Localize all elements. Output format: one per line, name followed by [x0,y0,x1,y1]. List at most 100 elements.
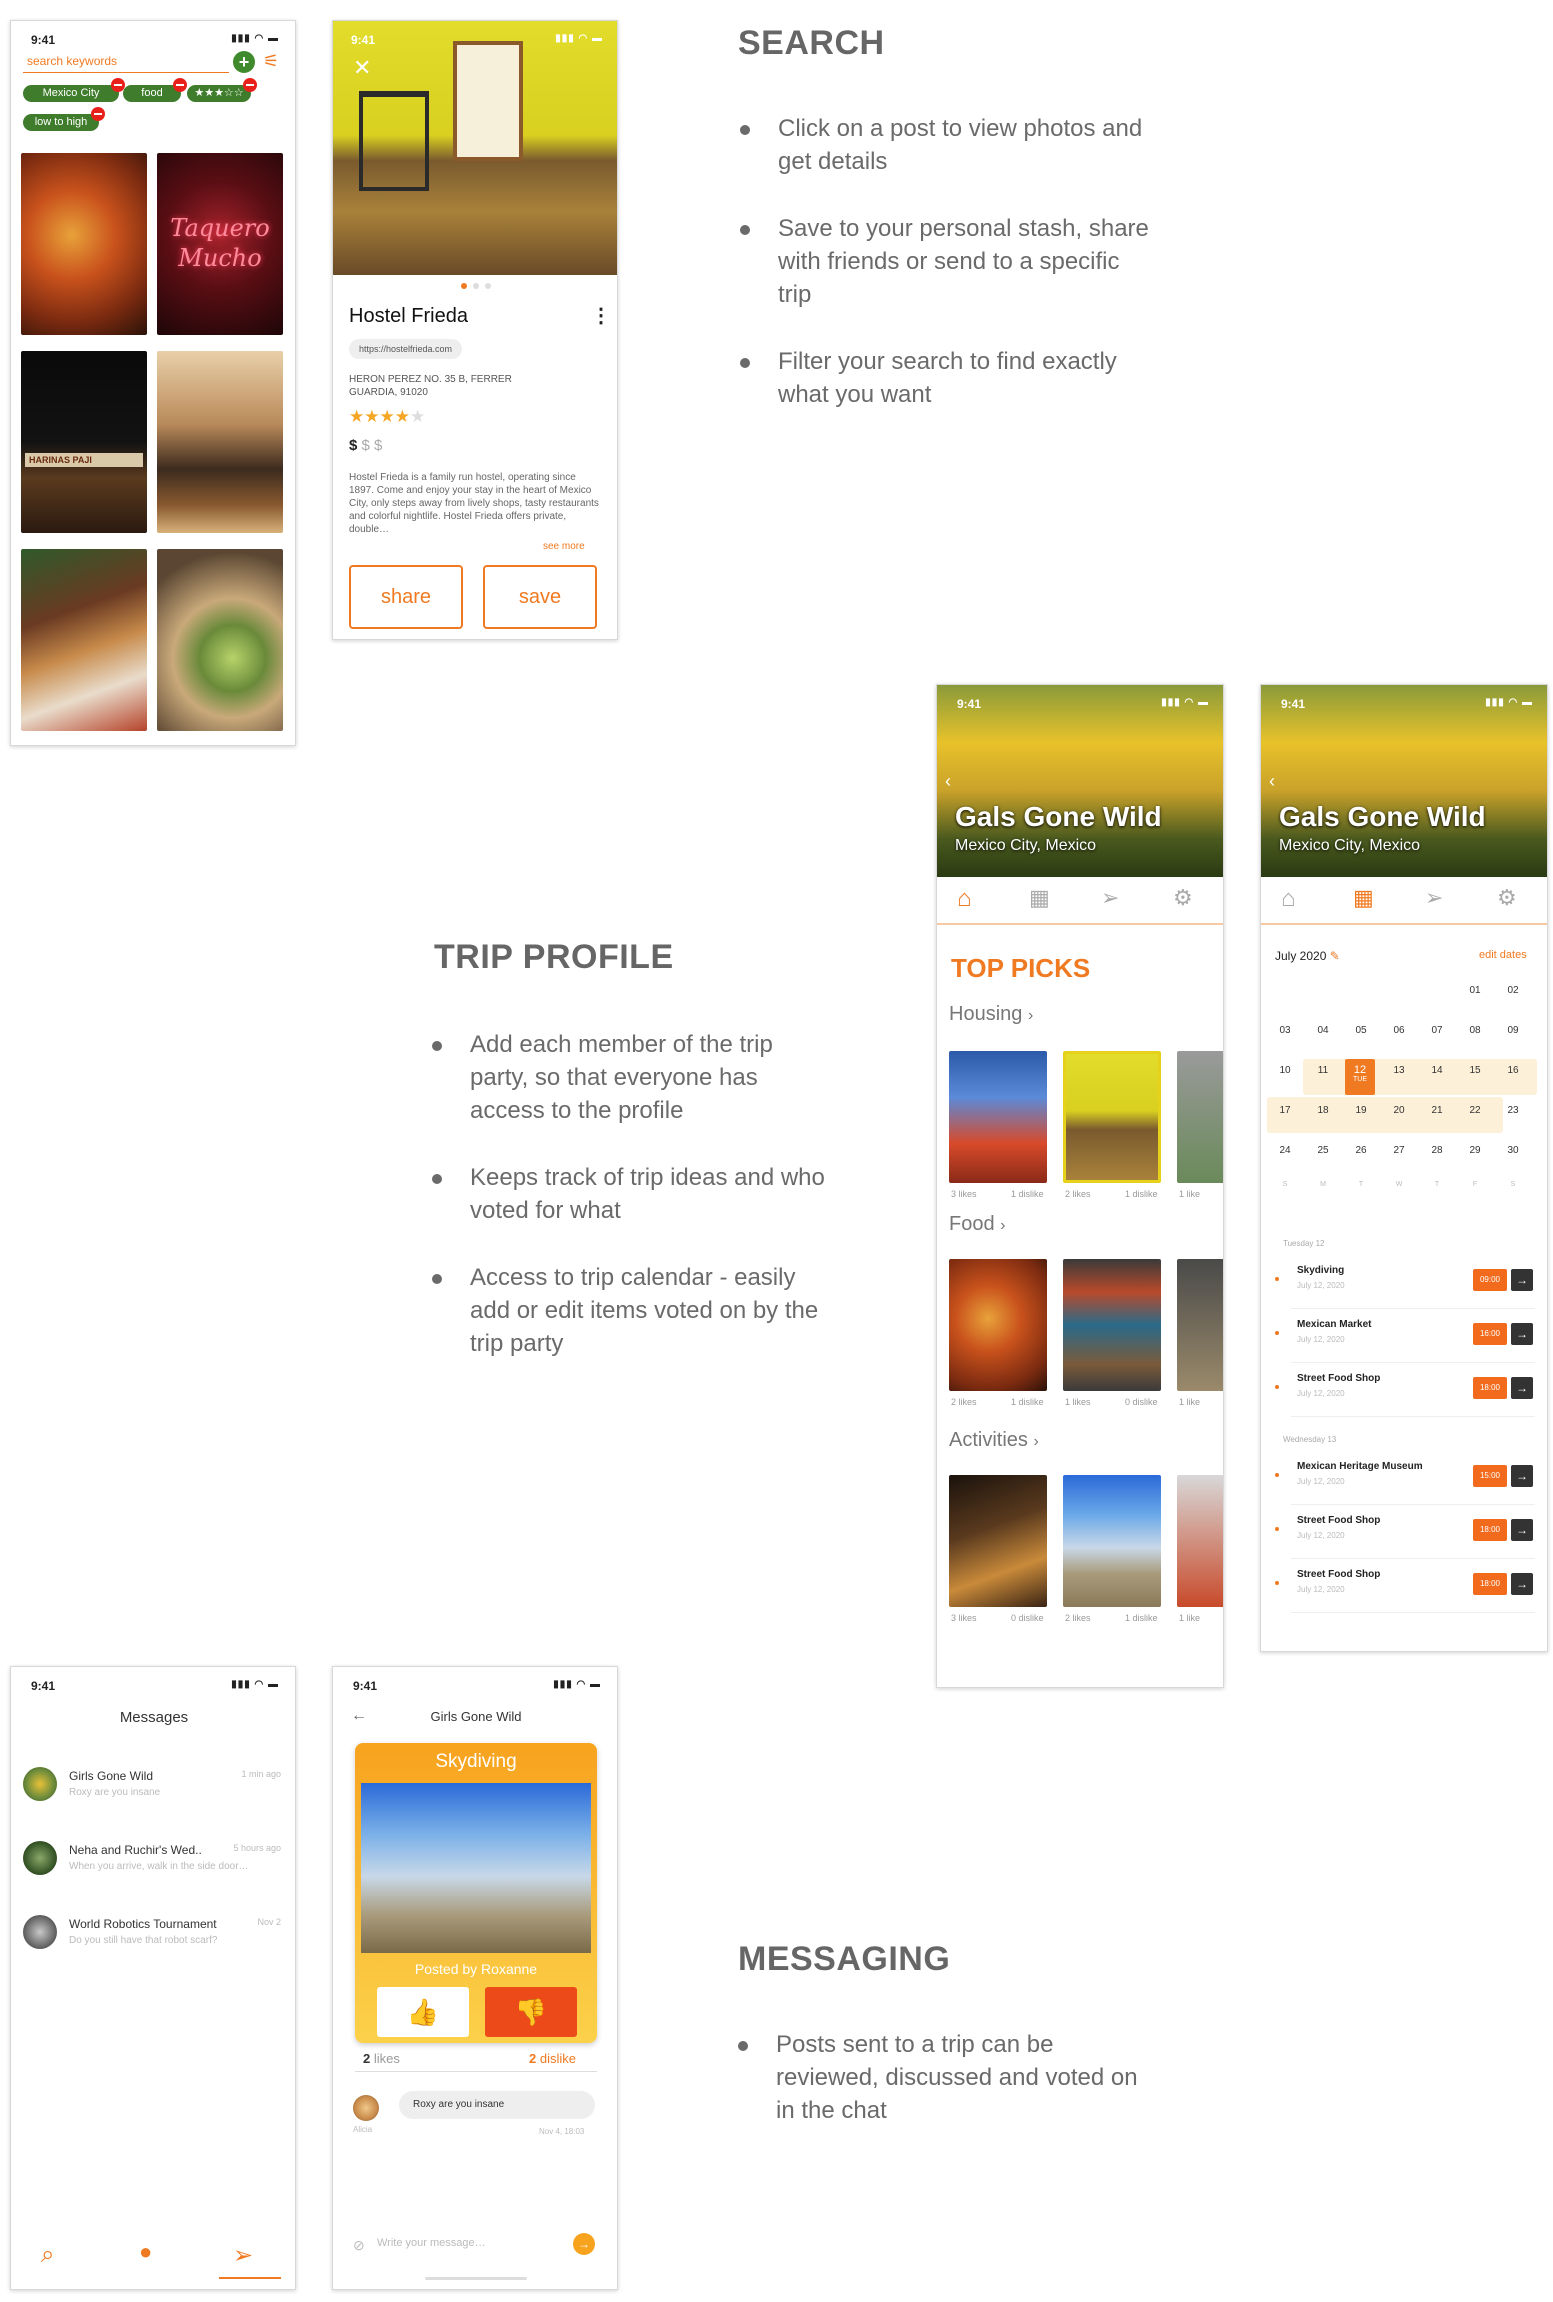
food-card[interactable] [1063,1259,1161,1391]
result-patio[interactable] [21,549,147,731]
food-card[interactable] [1177,1259,1223,1391]
arrow-right-icon[interactable]: → [1511,1573,1533,1595]
calendar-day[interactable]: 20 [1385,1105,1413,1116]
calendar-day[interactable]: 03 [1271,1025,1299,1036]
website-link[interactable]: https://hostelfrieda.com [349,339,463,359]
event-time[interactable]: 18:00 [1473,1519,1507,1541]
filter-icon[interactable]: ⚟ [263,51,279,72]
calendar-day[interactable]: 30 [1499,1145,1527,1156]
message-input[interactable]: Write your message… [377,2237,557,2249]
result-grill[interactable] [157,351,283,533]
activity-card[interactable] [1177,1475,1223,1607]
calendar-day[interactable]: 10 [1271,1065,1299,1076]
event-row[interactable]: Skydiving July 12, 2020 09:00 → [1261,1255,1547,1309]
result-tacos[interactable] [157,549,283,731]
calendar-day[interactable]: 13 [1385,1065,1413,1076]
share-button[interactable]: share [349,565,463,629]
chip-location[interactable]: Mexico City [23,78,125,102]
post-card[interactable]: Skydiving Posted by Roxanne 👍 👎 [355,1743,597,2043]
calendar-day[interactable]: 28 [1423,1145,1451,1156]
calendar-day[interactable]: 15 [1461,1065,1489,1076]
search-input[interactable]: search keywords [23,51,229,73]
event-row[interactable]: Street Food Shop July 12, 2020 18:00 → [1261,1363,1547,1417]
event-time[interactable]: 18:00 [1473,1573,1507,1595]
calendar-icon[interactable]: ▦ [1029,885,1059,915]
event-time[interactable]: 15:00 [1473,1465,1507,1487]
housing-card[interactable] [1177,1051,1223,1183]
activities-link[interactable]: Activities › [949,1429,1039,1452]
calendar-day[interactable]: 17 [1271,1105,1299,1116]
calendar-day[interactable]: 27 [1385,1145,1413,1156]
calendar-day[interactable]: 21 [1423,1105,1451,1116]
event-row[interactable]: Mexican Heritage Museum July 12, 2020 15:0… [1261,1451,1547,1505]
calendar-day[interactable]: 08 [1461,1025,1489,1036]
gear-icon[interactable]: ⚙ [1173,885,1203,915]
profile-icon[interactable]: ● [139,2239,152,2265]
chip-price[interactable]: low to high [23,107,105,131]
remove-icon[interactable] [173,78,187,92]
calendar-day[interactable]: 25 [1309,1145,1337,1156]
calendar-day[interactable]: 16 [1499,1065,1527,1076]
calendar-day[interactable]: 09 [1499,1025,1527,1036]
send-icon[interactable]: ➢ [1101,885,1131,915]
housing-card[interactable] [949,1051,1047,1183]
send-button[interactable]: → [573,2233,595,2255]
arrow-right-icon[interactable]: → [1511,1377,1533,1399]
calendar-day[interactable]: 24 [1271,1145,1299,1156]
calendar-day[interactable]: 07 [1423,1025,1451,1036]
chip-rating[interactable]: ★★★☆☆ [187,78,257,102]
more-menu-icon[interactable]: ⋮ [591,303,611,328]
like-button[interactable]: 👍 [377,1987,469,2037]
remove-icon[interactable] [91,107,105,121]
see-more-link[interactable]: see more [543,541,585,552]
calendar-day[interactable]: 23 [1499,1105,1527,1116]
activity-card[interactable] [1063,1475,1161,1607]
calendar-day[interactable]: 06 [1385,1025,1413,1036]
thread-row[interactable]: Neha and Ruchir's Wed.. When you arrive,… [11,1833,295,1893]
hostel-photo[interactable]: 9:41 ▮▮▮ ◠ ▬ ✕ [333,21,617,275]
back-icon[interactable]: ‹ [945,771,951,792]
chip-category[interactable]: food [123,78,187,102]
result-pizza[interactable] [21,153,147,335]
arrow-right-icon[interactable]: → [1511,1323,1533,1345]
arrow-right-icon[interactable]: → [1511,1519,1533,1541]
close-icon[interactable]: ✕ [353,55,371,81]
calendar-day[interactable]: 01 [1461,985,1489,996]
result-neon[interactable]: Taquero Mucho [157,153,283,335]
thread-row[interactable]: World Robotics Tournament Do you still h… [11,1907,295,1967]
calendar-day[interactable]: 02 [1499,985,1527,996]
calendar-day[interactable]: 22 [1461,1105,1489,1116]
bullet: Filter your search to find exactly what … [738,345,1158,411]
event-row[interactable]: Street Food Shop July 12, 2020 18:00 → [1261,1559,1547,1613]
calendar-day[interactable]: 11 [1309,1065,1337,1076]
calendar-day[interactable]: 05 [1347,1025,1375,1036]
event-time[interactable]: 09:00 [1473,1269,1507,1291]
search-icon[interactable]: ⌕ [41,2241,54,2269]
food-card[interactable] [949,1259,1047,1391]
calendar-day[interactable]: 18 [1309,1105,1337,1116]
event-time[interactable]: 18:00 [1473,1377,1507,1399]
arrow-right-icon[interactable]: → [1511,1465,1533,1487]
home-icon[interactable]: ⌂ [957,885,987,915]
save-button[interactable]: save [483,565,597,629]
arrow-right-icon[interactable]: → [1511,1269,1533,1291]
thread-row[interactable]: Girls Gone Wild Roxy are you insane 1 mi… [11,1759,295,1819]
event-row[interactable]: Mexican Market July 12, 2020 16:00 → [1261,1309,1547,1363]
housing-link[interactable]: Housing › [949,1003,1033,1026]
event-row[interactable]: Street Food Shop July 12, 2020 18:00 → [1261,1505,1547,1559]
calendar-day[interactable]: 26 [1347,1145,1375,1156]
food-link[interactable]: Food › [949,1213,1005,1236]
calendar-day[interactable]: 14 [1423,1065,1451,1076]
activity-card[interactable] [949,1475,1047,1607]
add-icon[interactable]: + [233,51,255,73]
housing-card[interactable] [1063,1051,1161,1183]
result-restaurant[interactable]: HARINAS PAJI [21,351,147,533]
calendar-day[interactable]: 19 [1347,1105,1375,1116]
remove-icon[interactable] [243,78,257,92]
calendar-day[interactable]: 04 [1309,1025,1337,1036]
calendar-day[interactable]: 29 [1461,1145,1489,1156]
event-time[interactable]: 16:00 [1473,1323,1507,1345]
send-icon[interactable]: ➢ [233,2241,253,2270]
attach-icon[interactable]: ⊘ [353,2237,365,2254]
dislike-button[interactable]: 👎 [485,1987,577,2037]
